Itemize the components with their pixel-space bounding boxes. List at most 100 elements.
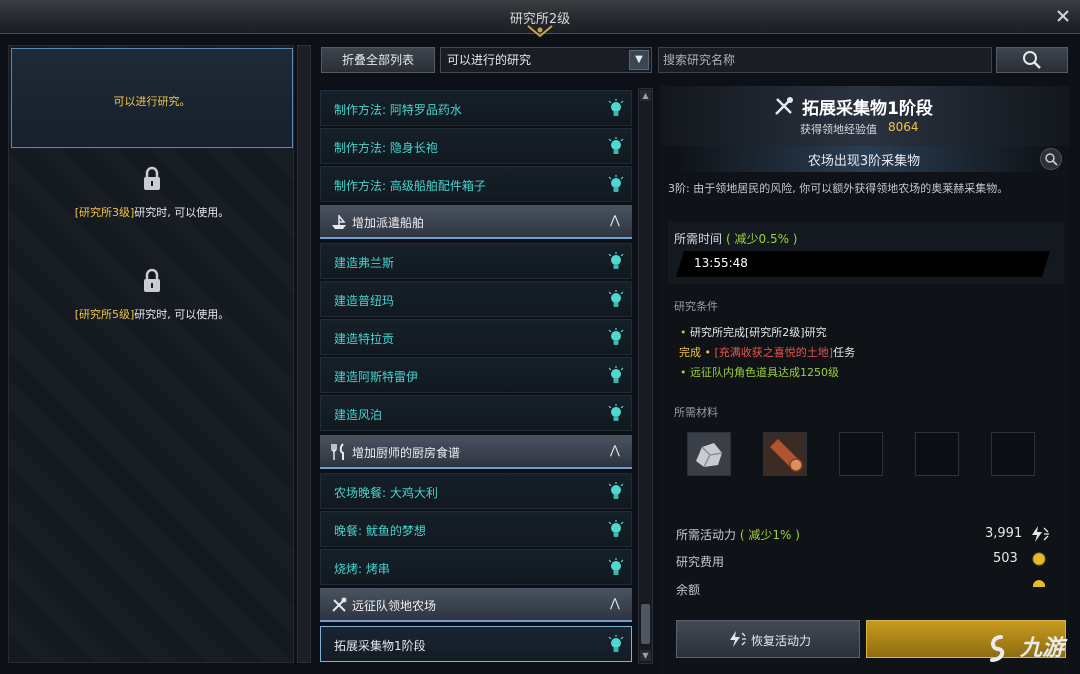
list-item[interactable]: 制作方法: 阿特罗品药水 — [320, 90, 632, 126]
lightbulb-icon — [608, 290, 624, 307]
material-slot-empty — [991, 432, 1035, 476]
material-slot-empty — [915, 432, 959, 476]
item-label: 制作方法: 高级船舶配件箱子 — [334, 179, 486, 193]
activity-label-text: 所需活动力 — [676, 528, 737, 542]
activity-label: 所需活动力 ( 减少1% ) — [676, 526, 800, 543]
research-detail-panel — [660, 86, 1070, 674]
chevron-up-icon[interactable]: ⋀ — [610, 213, 620, 227]
chevron-up-icon[interactable]: ⋀ — [610, 443, 620, 457]
list-item[interactable]: 建造弗兰斯 — [320, 243, 632, 279]
list-item[interactable]: 晚餐: 鱿鱼的梦想 — [320, 511, 632, 547]
category-header-ships[interactable]: 增加派遣船舶 ⋀ — [320, 205, 632, 239]
research-slot-locked: [研究所5级]研究时, 可以使用。 — [11, 258, 293, 358]
list-item[interactable]: 建造普纽玛 — [320, 281, 632, 317]
material-slot-empty — [839, 432, 883, 476]
timber-icon — [764, 433, 806, 475]
close-icon — [1057, 10, 1069, 22]
category-label: 远征队领地农场 — [352, 599, 437, 613]
research-title: 拓展采集物1阶段 — [802, 99, 933, 119]
slot-lock-level: [研究所5级] — [74, 308, 135, 321]
gather-tools-icon — [332, 597, 347, 612]
condition-text: 远征队内角色道具达成1250级 — [690, 366, 839, 379]
item-label: 农场晚餐: 大鸡大利 — [334, 486, 438, 500]
cost-value: 503 — [993, 551, 1018, 566]
item-label: 烧烤: 烤串 — [334, 562, 390, 576]
research-description: 3阶: 由于领地居民的风险, 你可以额外获得领地农场的奥莱赫采集物。 — [668, 182, 1009, 195]
item-label: 制作方法: 隐身长袍 — [334, 141, 438, 155]
category-header-recipes[interactable]: 增加厨师的厨房食谱 ⋀ — [320, 435, 632, 469]
close-button[interactable] — [1052, 5, 1074, 27]
list-item[interactable]: 农场晚餐: 大鸡大利 — [320, 473, 632, 509]
restore-activity-button[interactable]: 恢复活动力 — [676, 620, 860, 658]
slot-lock-desc: 研究时, 可以使用。 — [134, 206, 230, 219]
list-item[interactable]: 建造特拉贡 — [320, 319, 632, 355]
search-button[interactable] — [996, 47, 1068, 73]
lightbulb-icon — [608, 328, 624, 345]
conditions-label: 研究条件 — [674, 300, 718, 313]
condition-bullet: 完成 • — [679, 346, 711, 359]
materials-label: 所需材料 — [674, 406, 718, 419]
slot-lock-level: [研究所3级] — [74, 206, 135, 219]
item-label: 建造特拉贡 — [334, 332, 395, 346]
material-slot[interactable] — [763, 432, 807, 476]
chevron-up-icon[interactable]: ⋀ — [610, 596, 620, 610]
scroll-down-icon[interactable]: ▼ — [640, 650, 651, 661]
scroll-up-icon[interactable]: ▲ — [640, 90, 651, 101]
slot-status-text: 可以进行研究。 — [113, 95, 191, 108]
condition-text: [充满收获之喜悦的土地] — [714, 346, 834, 359]
ore-icon — [688, 433, 730, 475]
item-label: 拓展采集物1阶段 — [334, 639, 426, 653]
list-item[interactable]: 制作方法: 高级船舶配件箱子 — [320, 166, 632, 202]
list-item[interactable]: 制作方法: 隐身长袍 — [320, 128, 632, 164]
activity-value: 3,991 — [985, 526, 1023, 541]
time-reduction: ( 减少0.5% ) — [726, 232, 798, 246]
lightbulb-icon — [608, 635, 624, 652]
item-label: 建造弗兰斯 — [334, 256, 395, 270]
magnifier-icon — [1045, 153, 1058, 166]
exp-value: 8064 — [888, 120, 919, 134]
lightbulb-icon — [608, 558, 624, 575]
lightbulb-icon — [608, 99, 624, 116]
list-item[interactable]: 建造阿斯特雷伊 — [320, 357, 632, 393]
research-list: 制作方法: 阿特罗品药水 制作方法: 隐身长袍 制作方法: 高级船舶配件箱子 增… — [320, 88, 634, 664]
chevron-down-icon[interactable]: ▼ — [629, 50, 649, 70]
exp-label: 获得领地经验值 — [800, 123, 877, 136]
research-slot-locked: [研究所3级]研究时, 可以使用。 — [11, 156, 293, 256]
lock-icon — [144, 166, 160, 190]
list-item[interactable]: 建造风泊 — [320, 395, 632, 431]
item-label: 建造阿斯特雷伊 — [334, 370, 419, 384]
list-item-selected[interactable]: 拓展采集物1阶段 — [320, 626, 632, 662]
lightbulb-icon — [608, 252, 624, 269]
item-label: 建造风泊 — [334, 408, 383, 422]
time-value: 13:55:48 — [694, 256, 748, 270]
lightbulb-icon — [608, 404, 624, 421]
lightbulb-icon — [608, 175, 624, 192]
condition-text: 研究所完成[研究所2级]研究 — [690, 326, 827, 339]
item-label: 晚餐: 鱿鱼的梦想 — [334, 524, 426, 538]
ornament-icon — [527, 25, 553, 38]
activity-reduction: ( 减少1% ) — [739, 528, 800, 542]
gold-coin-icon — [1033, 580, 1045, 587]
left-scrollbar[interactable] — [297, 45, 311, 663]
list-item[interactable]: 烧烤: 烤串 — [320, 549, 632, 585]
fork-knife-icon — [331, 443, 344, 460]
category-header-farm[interactable]: 远征队领地农场 ⋀ — [320, 588, 632, 622]
condition-bullet: • — [680, 326, 687, 339]
search-icon — [1023, 51, 1041, 69]
preview-button[interactable] — [1040, 148, 1062, 170]
cost-label: 研究费用 — [676, 555, 725, 569]
collapse-all-button[interactable]: 折叠全部列表 — [321, 47, 435, 73]
material-slot[interactable] — [687, 432, 731, 476]
lightbulb-icon — [608, 520, 624, 537]
gather-tools-icon — [775, 97, 793, 115]
research-slot-active[interactable]: 可以进行研究。 — [11, 48, 293, 148]
filter-value: 可以进行的研究 — [447, 53, 532, 67]
restore-icon — [730, 631, 746, 647]
research-filter-select[interactable]: 可以进行的研究 ▼ — [440, 47, 652, 73]
condition-bullet: • — [680, 366, 687, 379]
search-input[interactable] — [658, 47, 992, 73]
activity-icon — [1032, 526, 1049, 542]
scroll-thumb[interactable] — [641, 604, 650, 644]
list-scrollbar[interactable]: ▲ ▼ — [638, 88, 653, 664]
gold-coin-icon — [1032, 552, 1046, 566]
